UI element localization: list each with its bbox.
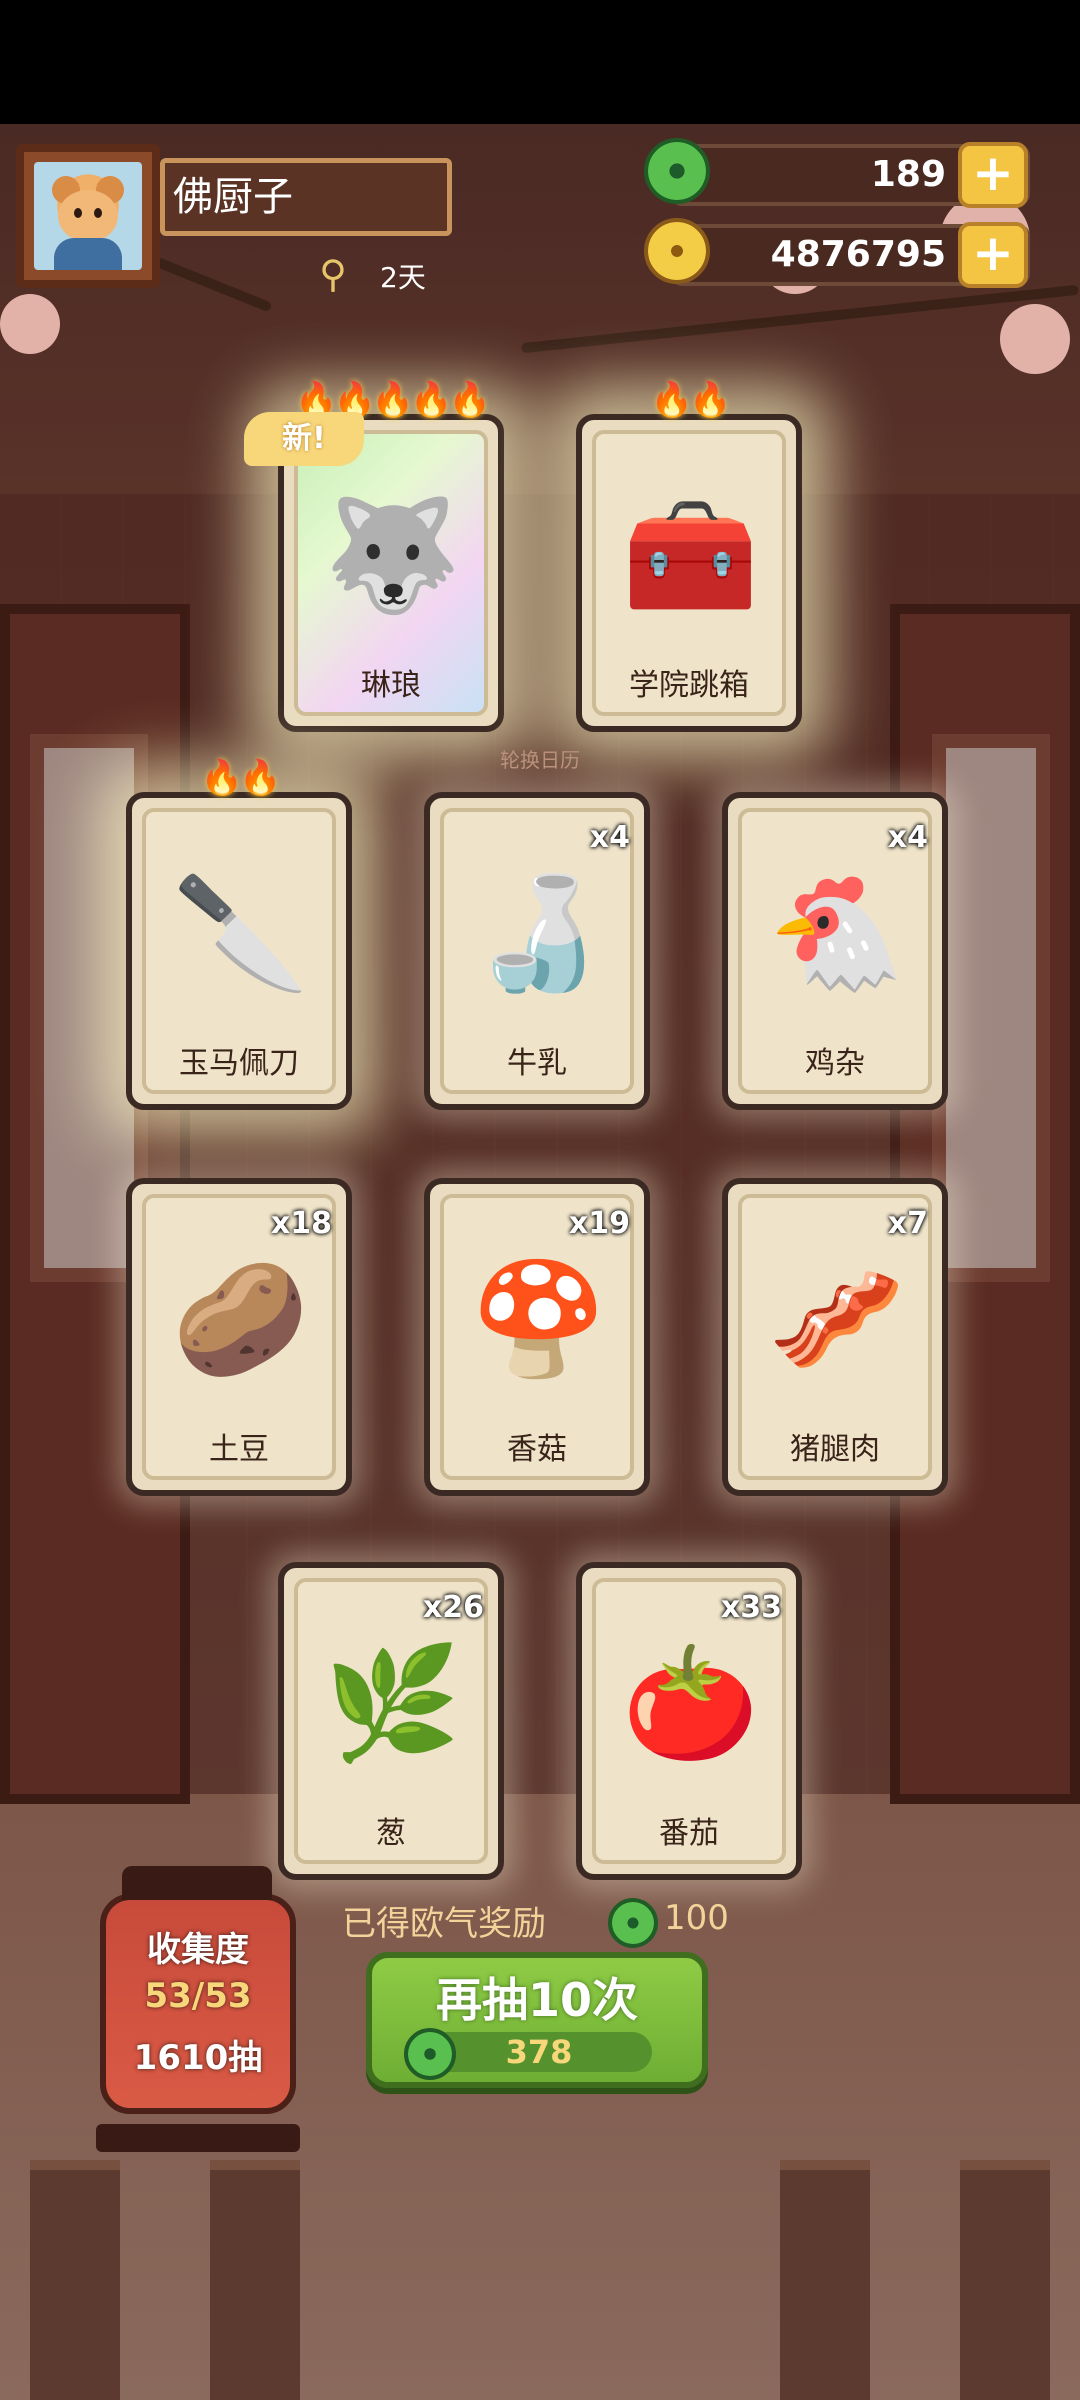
card-label: 番茄 [659,1816,719,1851]
card-label: 牛乳 [507,1046,567,1081]
gold-currency: 4876795 + [644,218,1030,288]
total-draws: 1610抽 [133,2038,263,2078]
jade-coin-icon [644,138,710,204]
rarity-flames: 🔥🔥 [200,758,282,798]
milk-jar-icon: 🍶 [470,869,607,997]
card-linlang[interactable]: 🔥🔥🔥🔥🔥 新! 🐺 琳琅 [244,380,504,732]
card-chicken-giblets[interactable]: x4 🐔 鸡杂 [722,792,948,1110]
card-label: 学院跳箱 [629,668,749,703]
card-label: 琳琅 [361,668,421,703]
collection-label: 收集度 [147,1930,249,1970]
blossom [1000,304,1070,374]
item-count: x19 [568,1206,630,1241]
item-count: x4 [589,820,630,855]
wolf-character-icon: 🐺 [324,491,461,619]
card-label: 玉马佩刀 [179,1046,299,1081]
draw-cost-bar: 378 [404,2028,652,2080]
item-count: x33 [720,1590,782,1625]
mushroom-icon: 🍄 [470,1255,607,1383]
blossom [0,294,60,354]
draw-button-label: 再抽10次 [435,1973,638,2027]
key-icon: ⚲ [319,252,347,296]
floor-rail [960,2160,1050,2400]
card-jade-horse-knife[interactable]: 🔥🔥 🔪 玉马佩刀 [126,758,352,1110]
gold-coin-icon [644,218,710,284]
item-count: x7 [887,1206,928,1241]
jade-coin-icon [608,1898,658,1948]
potato-icon: 🥔 [172,1255,309,1383]
vaulting-box-icon: 🧰 [622,491,759,619]
reward-value: 100 [664,1898,729,1938]
card-scallion[interactable]: x26 🌿 葱 [278,1562,504,1880]
item-count: x4 [887,820,928,855]
chicken-icon: 🐔 [768,869,905,997]
gold-amount: 4876795 [770,234,946,275]
scallion-icon: 🌿 [324,1639,461,1767]
item-count: x26 [422,1590,484,1625]
rarity-flames: 🔥🔥 [650,380,732,420]
new-badge: 新! [244,412,364,466]
floor-rail [210,2160,300,2400]
card-label: 葱 [376,1816,406,1851]
add-jade-button[interactable]: + [958,142,1028,208]
jade-currency: 189 + [644,138,1030,208]
tomato-icon: 🍅 [622,1639,759,1767]
floor-rail [30,2160,120,2400]
card-tomato[interactable]: x33 🍅 番茄 [576,1562,802,1880]
card-potato[interactable]: x18 🥔 土豆 [126,1178,352,1496]
meat-icon: 🥓 [768,1255,905,1383]
draw-cost: 378 [505,2033,573,2071]
branch [521,284,1079,354]
jade-amount: 189 [870,154,946,195]
reward-label: 已得欧气奖励 [342,1904,546,1944]
card-pork-leg[interactable]: x7 🥓 猪腿肉 [722,1178,948,1496]
card-vaulting-box[interactable]: 🔥🔥 🧰 学院跳箱 [576,380,802,732]
login-days: 2天 [380,261,426,294]
collection-progress: 53/53 [144,1976,252,2016]
card-label: 鸡杂 [805,1046,865,1081]
bear-avatar-icon [34,162,142,270]
player-avatar[interactable] [16,144,160,288]
floor-rail [780,2160,870,2400]
knife-icon: 🔪 [172,869,309,997]
item-count: x18 [270,1206,332,1241]
card-milk[interactable]: x4 🍶 牛乳 [424,792,650,1110]
collection-lantern[interactable]: 收集度 53/53 1610抽 [96,1866,300,2152]
card-mushroom[interactable]: x19 🍄 香菇 [424,1178,650,1496]
draw-again-button[interactable]: 再抽10次 378 [366,1952,708,2088]
add-gold-button[interactable]: + [958,222,1028,288]
card-label: 香菇 [507,1432,567,1467]
card-label: 土豆 [209,1432,269,1467]
card-label: 猪腿肉 [790,1432,880,1467]
player-name: 佛厨子 [160,158,452,236]
